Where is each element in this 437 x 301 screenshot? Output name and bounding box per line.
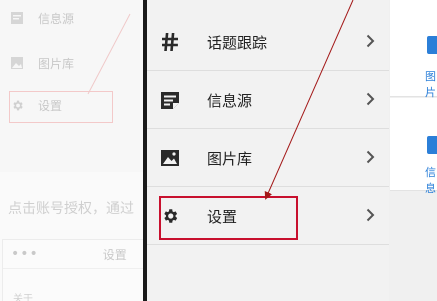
window-subtext: 关于 bbox=[13, 294, 33, 301]
image-icon bbox=[161, 149, 179, 167]
menu-item-label: 信息源 bbox=[207, 91, 253, 110]
mini-highlight-box bbox=[9, 91, 113, 123]
menu-item-topic-tracking[interactable]: 话题跟踪 bbox=[147, 14, 389, 71]
mini-menu-item-feed: 信息源 bbox=[10, 7, 74, 29]
image-icon bbox=[10, 56, 24, 70]
mini-menu-item-label: 信息源 bbox=[38, 11, 75, 26]
mini-menu-item-label: 图片库 bbox=[38, 56, 75, 71]
menu-item-label: 话题跟踪 bbox=[207, 33, 268, 52]
instruction-caption: 点击账号授权，通过 bbox=[8, 201, 134, 217]
menu-item-feeds[interactable]: 信息源 bbox=[147, 72, 389, 129]
background-panel: 信息源 图片库 设置 点击账号授权，通过 ••• 设置 关于 bbox=[0, 0, 146, 301]
feed-icon bbox=[10, 11, 24, 25]
menu-item-label: 图片库 bbox=[207, 149, 253, 168]
side-menu: 话题跟踪 信息源 图片库 设置 bbox=[147, 0, 389, 301]
settings-highlight-box bbox=[159, 196, 298, 240]
chevron-right-icon bbox=[366, 150, 375, 164]
card-feeds[interactable]: 信息 bbox=[390, 98, 437, 195]
card-label: 信息 bbox=[425, 166, 436, 195]
chevron-right-icon bbox=[366, 92, 375, 106]
content-strip: 图片 信息 bbox=[389, 0, 437, 301]
mini-menu: 信息源 图片库 设置 bbox=[0, 0, 146, 172]
more-dots-icon: ••• bbox=[11, 246, 39, 262]
card-images[interactable]: 图片 bbox=[390, 0, 437, 99]
feed-icon bbox=[427, 136, 437, 154]
hashtag-icon bbox=[161, 33, 179, 51]
chevron-right-icon bbox=[366, 34, 375, 48]
image-icon bbox=[427, 36, 437, 54]
settings-window-preview: ••• 设置 关于 bbox=[2, 239, 146, 301]
window-titlebar: ••• 设置 bbox=[3, 240, 145, 269]
chevron-right-icon bbox=[366, 208, 375, 222]
feed-icon bbox=[161, 91, 179, 109]
mini-menu-item-images: 图片库 bbox=[10, 52, 74, 74]
menu-item-image-library[interactable]: 图片库 bbox=[147, 130, 389, 187]
card-label: 图片 bbox=[425, 70, 436, 99]
window-title: 设置 bbox=[102, 247, 127, 262]
